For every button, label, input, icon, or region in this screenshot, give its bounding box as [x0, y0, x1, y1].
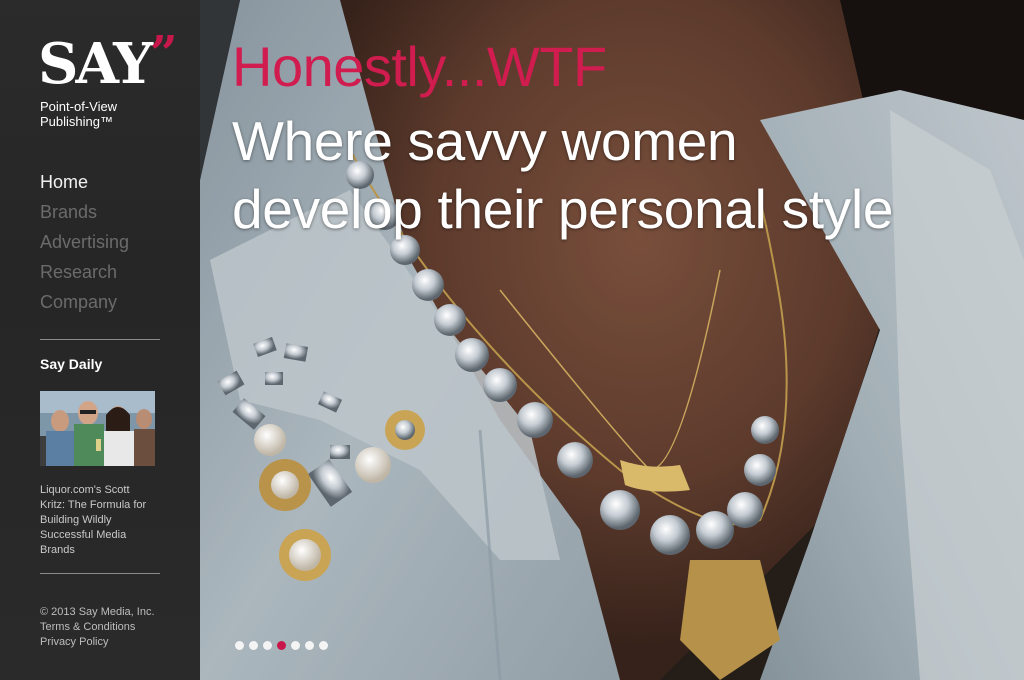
hero-slideshow: Honestly...WTF Where savvy women develop… [200, 0, 1024, 680]
nav-item-company[interactable]: Company [40, 287, 129, 317]
logo-quote-mark: ” [150, 26, 178, 82]
divider [40, 339, 160, 340]
slideshow-pagination [235, 641, 328, 650]
slide-dot-7[interactable] [319, 641, 328, 650]
tagline-line-1: Point-of-View [40, 99, 118, 114]
slide-dot-2[interactable] [249, 641, 258, 650]
copyright-text: © 2013 Say Media, Inc. [40, 606, 155, 618]
tagline: Point-of-View Publishing™ [40, 99, 170, 129]
slide-dot-3[interactable] [263, 641, 272, 650]
nav-item-home[interactable]: Home [40, 167, 129, 197]
slide-dot-4[interactable] [277, 641, 286, 650]
sidebar: SAY ” Point-of-View Publishing™ Home Bra… [0, 0, 200, 680]
hero-headline: Where savvy women develop their personal… [232, 107, 1012, 243]
terms-link[interactable]: Terms & Conditions [40, 620, 155, 635]
say-daily-thumbnail[interactable] [40, 391, 155, 466]
slide-dot-6[interactable] [305, 641, 314, 650]
say-logo[interactable]: SAY ” [38, 30, 178, 97]
nav-item-research[interactable]: Research [40, 257, 129, 287]
thumbnail-photo [40, 391, 155, 466]
nav-item-brands[interactable]: Brands [40, 197, 129, 227]
main-nav: Home Brands Advertising Research Company [40, 167, 129, 317]
slide-dot-1[interactable] [235, 641, 244, 650]
hero-headline-line-1: Where savvy women [232, 110, 738, 172]
privacy-link[interactable]: Privacy Policy [40, 635, 155, 650]
logo-wordmark: SAY [38, 31, 153, 97]
slide-dot-5[interactable] [291, 641, 300, 650]
hero-kicker[interactable]: Honestly...WTF [232, 36, 607, 98]
say-daily-title: Say Daily [40, 356, 103, 372]
say-daily-article-link[interactable]: Liquor.com's Scott Kritz: The Formula fo… [40, 483, 155, 558]
divider [40, 573, 160, 574]
nav-item-advertising[interactable]: Advertising [40, 227, 129, 257]
hero-headline-line-2: develop their personal style [232, 178, 894, 240]
footer: © 2013 Say Media, Inc. Terms & Condition… [40, 605, 155, 650]
tagline-line-2: Publishing™ [40, 114, 113, 129]
hero-photo [200, 0, 1024, 680]
